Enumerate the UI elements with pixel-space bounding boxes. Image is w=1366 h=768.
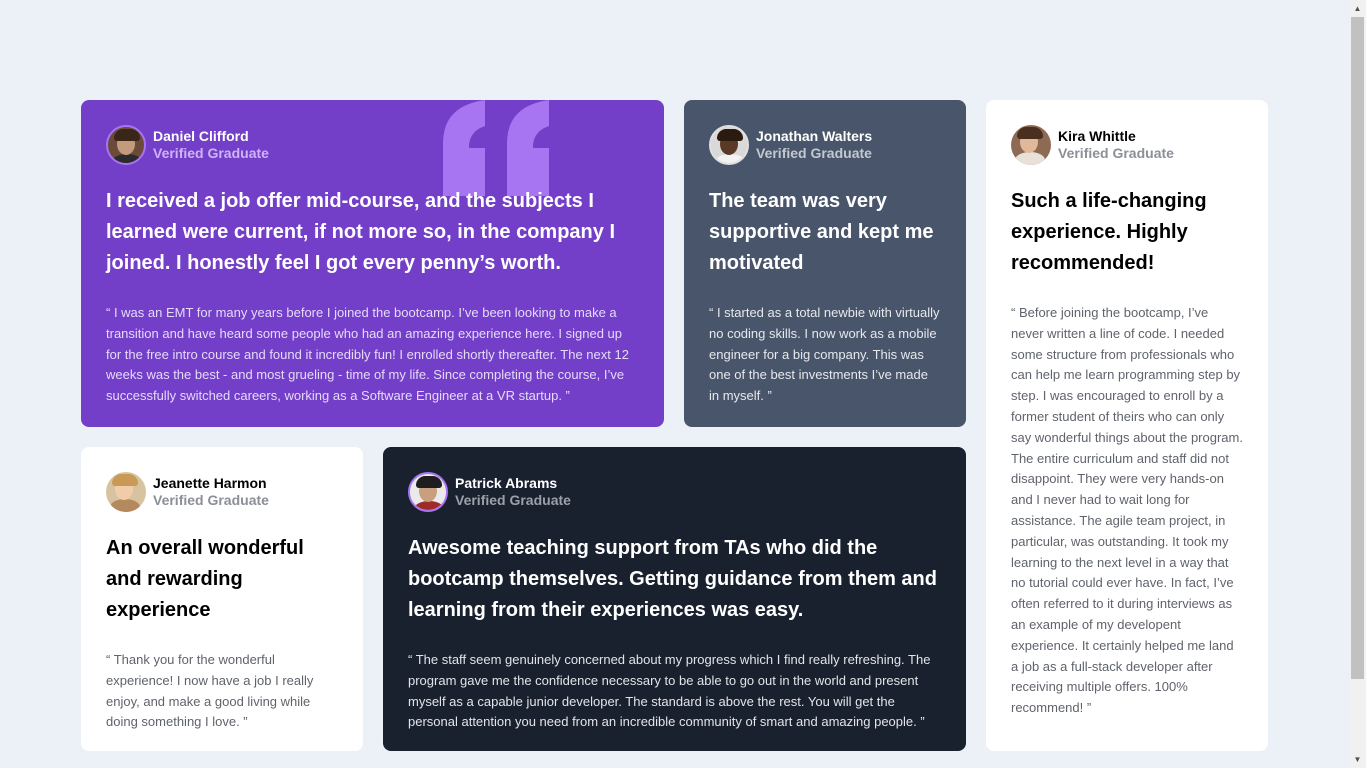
testimonial-headline: Awesome teaching support from TAs who di… bbox=[408, 537, 937, 621]
avatar bbox=[106, 472, 146, 512]
author-name: Kira Whittle bbox=[1058, 128, 1136, 145]
testimonial-card-kira: Kira Whittle Verified Graduate Such a li… bbox=[986, 100, 1268, 751]
testimonial-headline: Such a life-changing experience. Highly … bbox=[1011, 190, 1207, 274]
scroll-up-arrow-icon[interactable]: ▲ bbox=[1349, 0, 1366, 17]
avatar bbox=[709, 125, 749, 165]
testimonial-card-daniel: Daniel Clifford Verified Graduate I rece… bbox=[81, 100, 664, 427]
author-role: Verified Graduate bbox=[756, 144, 872, 161]
testimonial-header: Jeanette Harmon Verified Graduate bbox=[106, 472, 338, 512]
author-role: Verified Graduate bbox=[455, 491, 571, 508]
testimonial-header: Jonathan Walters Verified Graduate bbox=[709, 125, 941, 165]
testimonial-quote: “ I started as a total newbie with virtu… bbox=[709, 305, 940, 404]
testimonial-header: Daniel Clifford Verified Graduate bbox=[106, 125, 639, 165]
author-name: Daniel Clifford bbox=[153, 128, 249, 145]
testimonial-card-jonathan: Jonathan Walters Verified Graduate The t… bbox=[684, 100, 966, 427]
testimonial-quote: “ I was an EMT for many years before I j… bbox=[106, 305, 629, 404]
author-name: Jonathan Walters bbox=[756, 128, 873, 145]
author-role: Verified Graduate bbox=[153, 491, 269, 508]
avatar bbox=[1011, 125, 1051, 165]
avatar bbox=[408, 472, 448, 512]
testimonial-headline: An overall wonderful and rewarding exper… bbox=[106, 537, 304, 621]
testimonial-quote: “ Thank you for the wonderful experience… bbox=[106, 652, 314, 730]
avatar bbox=[106, 125, 146, 165]
testimonial-headline: I received a job offer mid-course, and t… bbox=[106, 190, 616, 274]
scrollbar-thumb[interactable] bbox=[1351, 17, 1364, 679]
vertical-scrollbar[interactable]: ▲ ▼ bbox=[1349, 0, 1366, 768]
author-name: Patrick Abrams bbox=[455, 475, 558, 492]
testimonial-quote: “ The staff seem genuinely concerned abo… bbox=[408, 652, 931, 730]
scroll-down-arrow-icon[interactable]: ▼ bbox=[1349, 751, 1366, 768]
author-role: Verified Graduate bbox=[1058, 144, 1174, 161]
author-role: Verified Graduate bbox=[153, 144, 269, 161]
testimonial-header: Patrick Abrams Verified Graduate bbox=[408, 472, 941, 512]
testimonial-headline: The team was very supportive and kept me… bbox=[709, 190, 934, 274]
author-name: Jeanette Harmon bbox=[153, 475, 267, 492]
testimonial-card-jeanette: Jeanette Harmon Verified Graduate An ove… bbox=[81, 447, 363, 751]
testimonial-card-patrick: Patrick Abrams Verified Graduate Awesome… bbox=[383, 447, 966, 751]
testimonial-quote: “ Before joining the bootcamp, I’ve neve… bbox=[1011, 305, 1243, 716]
testimonial-header: Kira Whittle Verified Graduate bbox=[1011, 125, 1243, 165]
